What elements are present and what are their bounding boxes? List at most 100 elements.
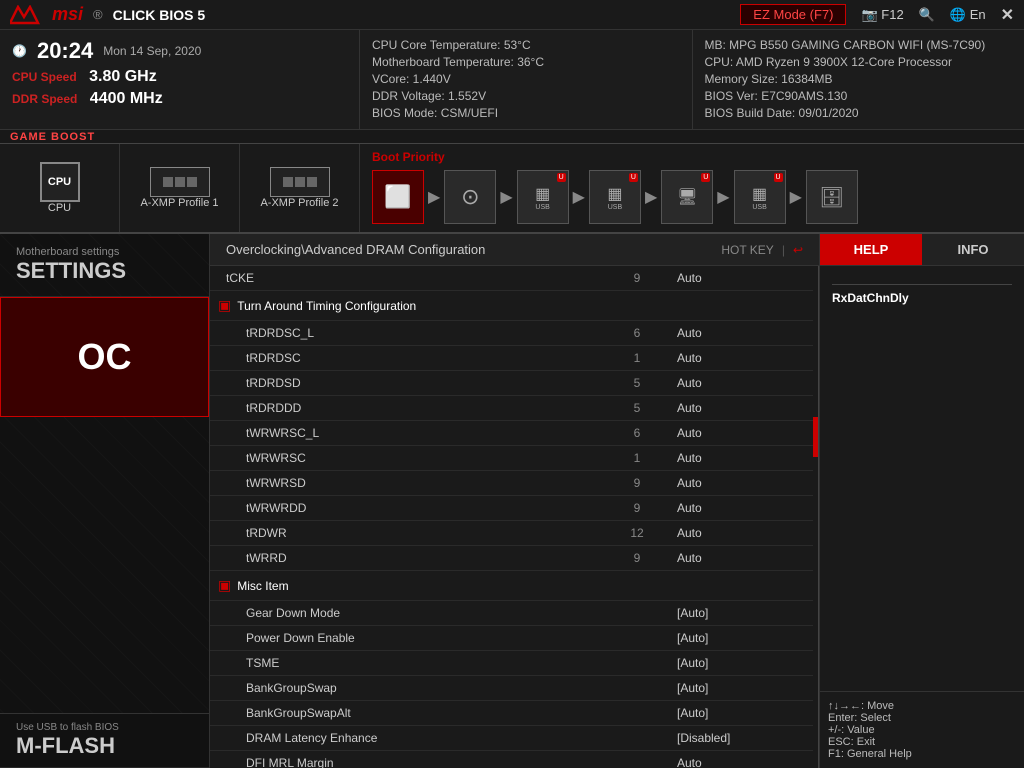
table-row-8[interactable]: tWRWRSD9Auto: [210, 471, 813, 496]
profile-cpu[interactable]: CPU CPU: [0, 144, 120, 232]
section-label-1: Turn Around Timing Configuration: [237, 299, 416, 313]
settings-big-label: SETTINGS: [16, 258, 193, 284]
section-toggle-12[interactable]: ▣: [218, 577, 231, 594]
boot-device-usb4[interactable]: U ▦ USB: [734, 170, 786, 224]
row-auto-7: Auto: [677, 451, 797, 465]
bios-date: BIOS Build Date: 09/01/2020: [705, 106, 1013, 120]
boot-priority-section: Boot Priority ⬜ ▶ ⊙ ▶ U ▦ USB ▶ U ▦: [360, 144, 1024, 232]
boot-device-hdd[interactable]: ⬜: [372, 170, 424, 224]
nvme-icon: 🗄: [819, 185, 844, 210]
help-title: RxDatChnDly: [832, 291, 1012, 305]
row-name-14: Power Down Enable: [226, 631, 597, 645]
breadcrumb-bar: Overclocking\Advanced DRAM Configuration…: [210, 234, 819, 266]
row-auto-4: Auto: [677, 376, 797, 390]
sidebar-settings[interactable]: Motherboard settings SETTINGS: [0, 234, 209, 297]
bios-ver: BIOS Ver: E7C90AMS.130: [705, 89, 1013, 103]
ez-mode-button[interactable]: EZ Mode (F7): [740, 4, 846, 25]
table-row-17[interactable]: BankGroupSwapAlt[Auto]: [210, 701, 813, 726]
section-header-1: ▣ Turn Around Timing Configuration: [210, 291, 813, 321]
main-layout: Motherboard settings SETTINGS OC Use USB…: [0, 234, 1024, 768]
row-auto-6: Auto: [677, 426, 797, 440]
boot-device-usb3[interactable]: U 🖥: [661, 170, 713, 224]
row-auto-2: Auto: [677, 326, 797, 340]
boot-arrow-6: ▶: [790, 187, 802, 207]
section-header-12: ▣Misc Item: [210, 571, 813, 601]
table-row-5[interactable]: tRDRDDD5Auto: [210, 396, 813, 421]
row-name-4: tRDRDSD: [226, 376, 597, 390]
boot-device-optical[interactable]: ⊙: [444, 170, 496, 224]
table-row-10[interactable]: tRDWR12Auto: [210, 521, 813, 546]
table-row-2[interactable]: tRDRDSC_L6Auto: [210, 321, 813, 346]
sidebar-mflash[interactable]: Use USB to flash BIOS M-FLASH: [0, 713, 209, 768]
table-row-7[interactable]: tWRWRSC1Auto: [210, 446, 813, 471]
info-right: MB: MPG B550 GAMING CARBON WIFI (MS-7C90…: [693, 30, 1024, 129]
row-name-16: BankGroupSwap: [226, 681, 597, 695]
row-name-6: tWRWRSC_L: [226, 426, 597, 440]
row-name-5: tRDRDDD: [226, 401, 597, 415]
usb-badge-3: U: [701, 173, 710, 182]
boot-device-usb2[interactable]: U ▦ USB: [589, 170, 641, 224]
boot-device-usb1[interactable]: U ▦ USB: [517, 170, 569, 224]
usb3-icon: 🖥: [677, 187, 697, 207]
screenshot-icon[interactable]: 📷 F12: [861, 7, 903, 23]
cpu-speed-value: 3.80 GHz: [89, 68, 157, 85]
panel-divider: [832, 284, 1012, 285]
usb4-icon: ▦: [752, 184, 767, 204]
table-row-16[interactable]: BankGroupSwap[Auto]: [210, 676, 813, 701]
profile-axmp2[interactable]: A-XMP Profile 2: [240, 144, 360, 232]
row-name-10: tRDWR: [226, 526, 597, 540]
table-row-11[interactable]: tWRRD9Auto: [210, 546, 813, 571]
table-row-4[interactable]: tRDRDSD5Auto: [210, 371, 813, 396]
optical-icon: ⊙: [461, 184, 479, 210]
row-name-2: tRDRDSC_L: [226, 326, 597, 340]
row-auto-0: Auto: [677, 271, 797, 285]
settings-table[interactable]: tCKE9Auto ▣ Turn Around Timing Configurati…: [210, 266, 813, 768]
ddr-speed-label: DDR Speed: [12, 92, 77, 106]
table-row-18[interactable]: DRAM Latency Enhance[Disabled]: [210, 726, 813, 751]
tab-info[interactable]: INFO: [922, 234, 1024, 265]
profiles-bar: CPU CPU A-XMP Profile 1 A-XMP Profile 2 …: [0, 144, 1024, 234]
row-name-7: tWRWRSC: [226, 451, 597, 465]
table-row-0[interactable]: tCKE9Auto: [210, 266, 813, 291]
table-row-14[interactable]: Power Down Enable[Auto]: [210, 626, 813, 651]
hotkey-area: HOT KEY | ↩: [721, 243, 803, 257]
profile-axmp1-label: A-XMP Profile 1: [140, 197, 218, 209]
row-auto-3: Auto: [677, 351, 797, 365]
search-icon[interactable]: 🔍: [919, 7, 935, 23]
usb-badge-2: U: [629, 173, 638, 182]
hotkey-label: HOT KEY: [721, 243, 773, 257]
speed-row: CPU Speed 3.80 GHz: [12, 68, 347, 86]
table-row-3[interactable]: tRDRDSC1Auto: [210, 346, 813, 371]
back-icon[interactable]: ↩: [793, 243, 803, 257]
breadcrumb-text: Overclocking\Advanced DRAM Configuration: [226, 242, 485, 257]
row-auto-11: Auto: [677, 551, 797, 565]
info-center: CPU Core Temperature: 53°C Motherboard T…: [360, 30, 693, 129]
table-row-9[interactable]: tWRWRDD9Auto: [210, 496, 813, 521]
table-row-15[interactable]: TSME[Auto]: [210, 651, 813, 676]
msi-logo: [10, 4, 46, 25]
logo-area: msi ® CLICK BIOS 5: [10, 4, 205, 25]
mb-temp: Motherboard Temperature: 36°C: [372, 55, 680, 69]
panel-tabs: HELP INFO: [820, 234, 1024, 266]
row-auto-19: Auto: [677, 756, 797, 768]
boot-devices: ⬜ ▶ ⊙ ▶ U ▦ USB ▶ U ▦ USB ▶: [372, 170, 1012, 224]
language-icon[interactable]: 🌐 En: [950, 7, 986, 23]
section-toggle-1[interactable]: ▣: [218, 297, 231, 314]
table-row-13[interactable]: Gear Down Mode[Auto]: [210, 601, 813, 626]
sidebar-oc[interactable]: OC: [0, 297, 209, 417]
tab-help[interactable]: HELP: [820, 234, 922, 265]
hdd-icon: ⬜: [384, 184, 411, 210]
profile-axmp1[interactable]: A-XMP Profile 1: [120, 144, 240, 232]
close-button[interactable]: ✕: [1001, 5, 1014, 25]
table-row-6[interactable]: tWRWRSC_L6Auto: [210, 421, 813, 446]
top-header: msi ® CLICK BIOS 5 EZ Mode (F7) 📷 F12 🔍 …: [0, 0, 1024, 30]
key-value: +/-: Value: [828, 724, 1016, 736]
usb1-icon: ▦: [535, 184, 550, 204]
mflash-big-label: M-FLASH: [16, 733, 193, 759]
boot-device-nvme[interactable]: 🗄: [806, 170, 858, 224]
table-row-19[interactable]: DFI MRL MarginAuto: [210, 751, 813, 768]
scroll-indicator: [813, 266, 819, 768]
info-left: 🕐 20:24 Mon 14 Sep, 2020 CPU Speed 3.80 …: [0, 30, 360, 129]
info-bar: 🕐 20:24 Mon 14 Sep, 2020 CPU Speed 3.80 …: [0, 30, 1024, 130]
row-name-15: TSME: [226, 656, 597, 670]
